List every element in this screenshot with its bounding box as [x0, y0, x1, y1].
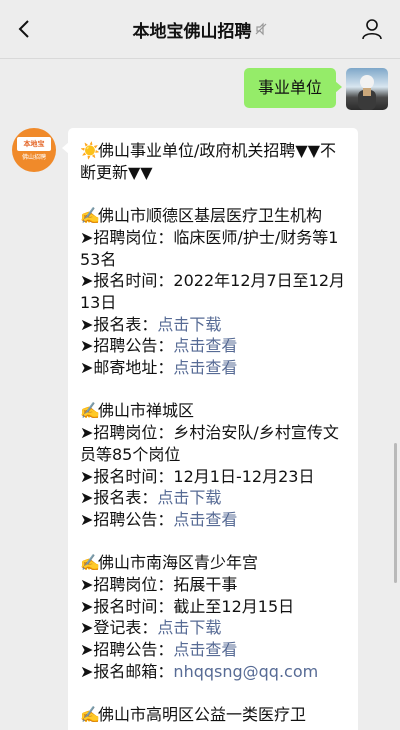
section-title-text: 佛山市顺德区基层医疗卫生机构 — [98, 206, 323, 226]
writing-hand-icon: ✍️ — [80, 705, 100, 725]
avatar-logo-bottom: 佛山招聘 — [21, 154, 46, 161]
bot-avatar[interactable]: 本地宝 佛山招聘 — [12, 128, 56, 172]
user-avatar[interactable] — [346, 68, 388, 110]
info-label: ➤招聘公告： — [80, 509, 174, 529]
job-sections: ✍️佛山市顺德区基层医疗卫生机构 ➤招聘岗位：临床医师/护士/财务等153名 ➤报名… — [80, 183, 346, 726]
scrollbar-thumb[interactable] — [394, 443, 397, 583]
outgoing-text: 事业单位 — [257, 78, 322, 97]
writing-hand-icon: ✍️ — [80, 553, 100, 573]
info-link[interactable]: 点击查看 — [173, 510, 237, 529]
info-label: ➤报名时间： — [80, 466, 174, 486]
title-wrap: 本地宝佛山招聘 — [133, 17, 268, 42]
section-title-text: 佛山市南海区青少年宫 — [98, 553, 259, 573]
intro-text: 佛山事业单位/政府机关招聘▼▼不断更新▼▼ — [80, 141, 337, 182]
info-label: ➤报名表： — [80, 314, 158, 334]
section-title: ✍️佛山市禅城区 — [80, 400, 346, 422]
info-line: ➤报名表：点击下载 — [80, 487, 346, 509]
section-title: ✍️佛山市南海区青少年宫 — [80, 552, 346, 574]
section-title-text: 佛山市禅城区 — [98, 401, 195, 421]
info-line: ➤招聘公告：点击查看 — [80, 639, 346, 661]
info-line: ➤招聘岗位：临床医师/护士/财务等153名 — [80, 227, 346, 270]
info-label: ➤邮寄地址： — [80, 358, 174, 378]
info-link[interactable]: 点击查看 — [173, 640, 237, 659]
incoming-message-row: 本地宝 佛山招聘 ☀️佛山事业单位/政府机关招聘▼▼不断更新▼▼ ✍️佛山市顺德… — [12, 128, 358, 730]
info-line: ➤招聘岗位：拓展干事 — [80, 574, 346, 596]
info-line: ➤报名表：点击下载 — [80, 314, 346, 336]
info-link[interactable]: 点击下载 — [157, 618, 221, 637]
info-link[interactable]: 点击查看 — [173, 336, 237, 355]
info-value: 拓展干事 — [173, 575, 238, 595]
info-line: ➤邮寄地址：点击查看 — [80, 357, 346, 379]
user-avatar-image — [358, 75, 376, 110]
avatar-logo-top: 本地宝 — [17, 137, 51, 151]
info-value: 截止至12月15日 — [173, 596, 295, 616]
info-line: ➤报名时间：2022年12月7日至12月13日 — [80, 270, 346, 313]
intro-line: ☀️佛山事业单位/政府机关招聘▼▼不断更新▼▼ — [80, 140, 346, 183]
section-title: ✍️佛山市顺德区基层医疗卫生机构 — [80, 205, 346, 227]
top-bar: 本地宝佛山招聘 — [0, 0, 400, 59]
info-line: ➤招聘岗位：乡村治安队/乡村宣传文员等85个岗位 — [80, 422, 346, 465]
info-label: ➤招聘岗位： — [80, 575, 174, 595]
info-line: ➤报名邮箱：nhqqsng@qq.com — [80, 661, 346, 683]
mute-icon — [255, 22, 266, 36]
writing-hand-icon: ✍️ — [80, 206, 100, 226]
info-line: ➤招聘公告：点击查看 — [80, 509, 346, 531]
incoming-bubble[interactable]: ☀️佛山事业单位/政府机关招聘▼▼不断更新▼▼ ✍️佛山市顺德区基层医疗卫生机构… — [62, 128, 358, 730]
info-label: ➤招聘公告： — [80, 336, 174, 356]
info-line: ➤报名时间：截止至12月15日 — [80, 596, 346, 618]
info-value: 12月1日-12月23日 — [173, 466, 315, 486]
info-label: ➤报名邮箱： — [80, 661, 174, 681]
info-label: ➤报名时间： — [80, 596, 174, 616]
outgoing-bubble[interactable]: 事业单位 — [243, 68, 343, 108]
info-line: ➤招聘公告：点击查看 — [80, 335, 346, 357]
writing-hand-icon: ✍️ — [80, 401, 100, 421]
info-label: ➤招聘岗位： — [80, 227, 174, 247]
person-icon[interactable] — [360, 17, 384, 41]
info-link[interactable]: 点击查看 — [173, 358, 237, 377]
info-label: ➤登记表： — [80, 618, 158, 638]
chat-title: 本地宝佛山招聘 — [132, 21, 252, 42]
info-line: ➤登记表：点击下载 — [80, 617, 346, 639]
info-label: ➤报名时间： — [80, 271, 174, 291]
info-link[interactable]: 点击下载 — [157, 315, 221, 334]
info-link[interactable]: nhqqsng@qq.com — [173, 662, 318, 681]
section-title-text: 佛山市高明区公益一类医疗卫 — [98, 705, 307, 725]
chat-area[interactable]: 事业单位 本地宝 佛山招聘 ☀️佛山事业单位/政府机关招聘▼▼不断更新▼▼ ✍️… — [0, 58, 400, 730]
outgoing-message-row: 事业单位 — [243, 68, 388, 110]
info-line: ➤报名时间：12月1日-12月23日 — [80, 466, 346, 488]
back-arrow-icon[interactable] — [14, 18, 36, 40]
info-link[interactable]: 点击下载 — [157, 488, 221, 507]
section-title: ✍️佛山市高明区公益一类医疗卫 — [80, 704, 346, 726]
info-label: ➤招聘岗位： — [80, 423, 174, 443]
info-label: ➤招聘公告： — [80, 640, 174, 660]
sun-icon: ☀️ — [80, 141, 100, 160]
info-label: ➤报名表： — [80, 488, 158, 508]
